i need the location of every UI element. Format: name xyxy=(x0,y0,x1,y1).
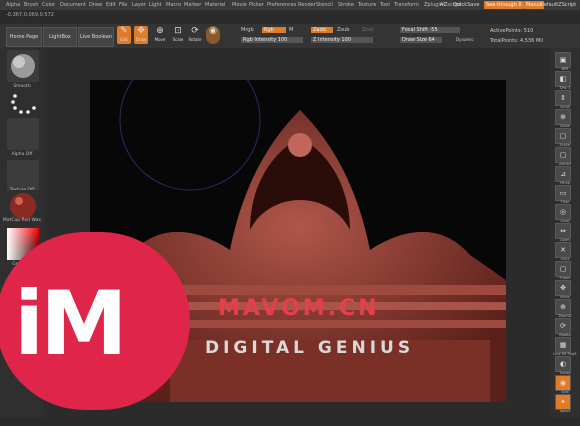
menu-document[interactable]: Document xyxy=(60,0,86,10)
zsub-button[interactable]: Zsub xyxy=(337,27,349,33)
right-frame-icon[interactable]: ▢ xyxy=(555,261,571,277)
menu-stencil[interactable]: Stencil xyxy=(316,0,333,10)
live-boolean-button[interactable]: Live Boolean xyxy=(78,27,114,47)
right-shelf: ▣ BPR ◧ SPix 3 ⇕ Scroll ⊕ Zoom ▢ Actual ▢ AAHalf ⊿ Pe… xyxy=(550,48,580,418)
z-intensity-slider[interactable]: Z Intensity 100 xyxy=(311,37,373,43)
right-actual-icon[interactable]: ▢ xyxy=(555,128,571,144)
menu-render[interactable]: Render xyxy=(298,0,316,10)
alpha-thumbnail[interactable] xyxy=(7,118,39,150)
watermark-logo: iM xyxy=(0,232,190,410)
rgb-intensity-slider[interactable]: Rgb Intensity 100 xyxy=(241,37,303,43)
right-aahalf-icon[interactable]: ▢ xyxy=(555,147,571,163)
right-xpose-icon[interactable]: ✦ xyxy=(555,394,571,410)
menu-preferences[interactable]: Preferences xyxy=(267,0,296,10)
tool-rotate-button[interactable]: ⟳ Rotate xyxy=(188,26,202,44)
right-zoom-icon[interactable]: ⊕ xyxy=(555,109,571,125)
tool-label: Rotate xyxy=(188,37,202,42)
ac-label[interactable]: AC xyxy=(440,0,447,10)
brush-thumbnail[interactable] xyxy=(7,50,39,82)
mrgb-button[interactable]: Mrgb xyxy=(241,27,254,33)
top-shelf: Home Page LightBox Live Boolean ✎ Edit ✥ Dr… xyxy=(0,24,580,48)
tool-draw-button[interactable]: ✥ Draw xyxy=(134,26,148,44)
menu-stroke[interactable]: Stroke xyxy=(338,0,354,10)
tool-edit-button[interactable]: ✎ Edit xyxy=(117,26,131,44)
tool-scale-button[interactable]: ⊡ Scale xyxy=(171,26,185,44)
right-floor-icon[interactable]: ▭ xyxy=(555,185,571,201)
logo-text: iM xyxy=(14,272,128,375)
home-page-button[interactable]: Home Page xyxy=(6,27,42,47)
right-scroll-icon[interactable]: ⇕ xyxy=(555,90,571,106)
tool-label: Move xyxy=(154,37,166,42)
dynamic-toggle[interactable]: Dynamic xyxy=(456,37,474,42)
right-icon-label: Xpose xyxy=(559,409,571,413)
focal-shift-slider[interactable]: Focal Shift -55 xyxy=(400,27,460,33)
menu-color[interactable]: Color xyxy=(42,0,55,10)
active-points: ActivePoints: 510 xyxy=(490,28,534,34)
rgb-button[interactable]: Rgb xyxy=(262,27,286,33)
draw-icon: ✥ xyxy=(137,26,145,36)
right-rotate-icon[interactable]: ⟳ xyxy=(555,318,571,334)
right-local-icon[interactable]: ◎ xyxy=(555,204,571,220)
menu-layer[interactable]: Layer xyxy=(132,0,146,10)
right-zoomd-icon[interactable]: ⊕ xyxy=(555,299,571,315)
coordinate-readout: -0.367,0.069,0.572 xyxy=(6,12,54,18)
edit-icon: ✎ xyxy=(120,26,128,36)
zcut-button[interactable]: Zcut xyxy=(362,27,373,33)
see-through-slider[interactable]: See-through 0 xyxy=(484,1,524,9)
right-persp-icon[interactable]: ⊿ xyxy=(555,166,571,182)
smooth-brush-icon xyxy=(11,54,35,78)
menu-macro[interactable]: Macro xyxy=(166,0,181,10)
tool-label: Scale xyxy=(172,37,184,42)
move-icon: ⊕ xyxy=(156,26,164,36)
menu-alpha[interactable]: Alpha xyxy=(6,0,20,10)
default-zscript-button[interactable]: DefaultZScript xyxy=(540,0,576,10)
menu-light[interactable]: Light xyxy=(149,0,161,10)
right-lsym-icon[interactable]: ⇔ xyxy=(555,223,571,239)
lightbox-button[interactable]: LightBox xyxy=(43,27,77,47)
zadd-button[interactable]: Zadd xyxy=(311,27,333,33)
scale-icon: ⊡ xyxy=(174,26,182,36)
watermark-tagline: DIGITAL GENIUS xyxy=(205,338,415,358)
quicksave-button[interactable]: QuickSave xyxy=(453,0,479,10)
menu-bar: Alpha Brush Color Document Draw Edit File Layer… xyxy=(0,0,580,10)
alpha-label: Alpha Off xyxy=(11,152,33,157)
right-move-icon[interactable]: ✥ xyxy=(555,280,571,296)
menu-material[interactable]: Material xyxy=(205,0,225,10)
menu-picker[interactable]: Picker xyxy=(249,0,264,10)
total-points: TotalPoints: 4.536 Mil xyxy=(490,38,543,44)
tool-label: Draw xyxy=(135,37,147,42)
right-gxyz-icon[interactable]: ✕ xyxy=(555,242,571,258)
right-solo-icon[interactable]: ◉ xyxy=(555,375,571,391)
menu-file[interactable]: File xyxy=(119,0,127,10)
menu-transform[interactable]: Transform xyxy=(394,0,419,10)
menu-edit[interactable]: Edit xyxy=(106,0,116,10)
right-transp-icon[interactable]: ◐ xyxy=(555,356,571,372)
menu-marker[interactable]: Marker xyxy=(184,0,201,10)
rotate-icon: ⟳ xyxy=(191,26,199,36)
right-bpr-icon[interactable]: ▣ xyxy=(555,52,571,68)
right-spix-3-icon[interactable]: ◧ xyxy=(555,71,571,87)
menu-movie[interactable]: Movie xyxy=(232,0,247,10)
menu-brush[interactable]: Brush xyxy=(24,0,38,10)
sphere-tool-icon[interactable]: ◉ xyxy=(206,26,220,44)
menu-texture[interactable]: Texture xyxy=(358,0,376,10)
material-label: MatCap Red Wax xyxy=(2,218,42,223)
menu-tool[interactable]: Tool xyxy=(380,0,390,10)
tool-move-button[interactable]: ⊕ Move xyxy=(153,26,167,44)
draw-size-slider[interactable]: Draw Size 64 xyxy=(400,37,442,43)
menu-draw[interactable]: Draw xyxy=(89,0,102,10)
brush-label: Smooth xyxy=(13,84,31,89)
right-line-fill-polyf-icon[interactable]: ▦ xyxy=(555,337,571,353)
bottom-bar xyxy=(0,418,580,426)
watermark-site: MAVOM.CN xyxy=(218,296,380,321)
m-button[interactable]: M xyxy=(289,27,293,33)
tool-label: Edit xyxy=(120,37,128,42)
